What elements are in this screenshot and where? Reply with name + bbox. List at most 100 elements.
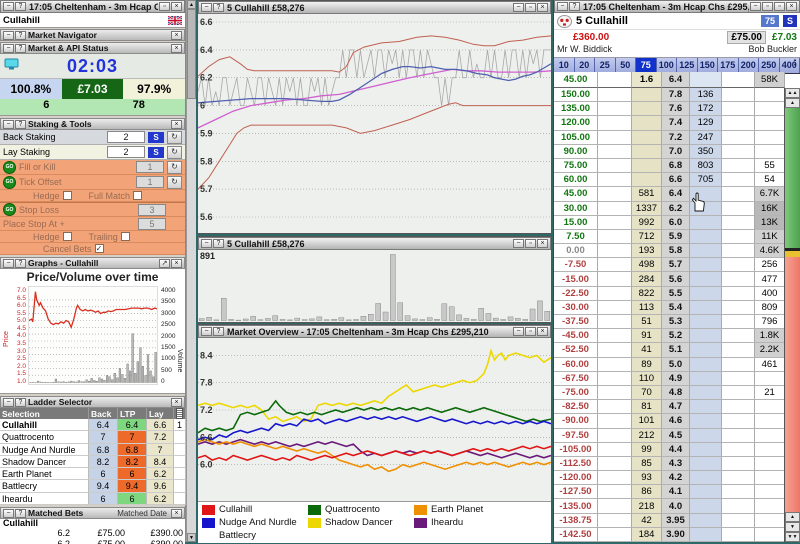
back-staking-input[interactable]: 2 (107, 131, 145, 143)
ladder-lay-queue-cell[interactable] (690, 258, 722, 272)
restore-icon[interactable]: ▫ (525, 239, 536, 248)
ladder-spacer2-cell[interactable] (722, 102, 755, 116)
ladder-spacer-cell[interactable] (598, 358, 632, 372)
runner-name-cell[interactable]: Earth Planet (0, 468, 89, 480)
fill-or-kill-input[interactable]: 1 (136, 161, 164, 173)
ladder-back-queue-cell[interactable]: 581 (632, 187, 662, 201)
ladder-spacer2-cell[interactable] (722, 301, 755, 315)
ladder-lay-queue-cell[interactable] (690, 414, 722, 428)
help-icon[interactable]: ? (15, 398, 26, 407)
ladder-back-queue-cell[interactable] (632, 131, 662, 145)
stake-preset-button[interactable]: 75 (636, 58, 657, 73)
lay-price-cell[interactable]: 6.2 (147, 468, 174, 480)
ladder-lay-queue-cell[interactable]: 136 (690, 88, 722, 102)
ladder-back-queue-cell[interactable]: 86 (632, 485, 662, 499)
ladder-center-icon[interactable]: ▲ (785, 98, 800, 108)
ladder-spacer2-cell[interactable] (722, 88, 755, 102)
ladder-spacer2-cell[interactable] (722, 145, 755, 159)
ladder-lay-queue-cell[interactable] (690, 358, 722, 372)
place-stop-input[interactable]: 5 (138, 218, 166, 230)
ladder-spacer-cell[interactable] (598, 88, 632, 102)
fok-refresh-icon[interactable]: ↻ (167, 161, 182, 174)
ladder-spacer-cell[interactable] (598, 429, 632, 443)
ladder-lay-queue-cell[interactable]: 247 (690, 131, 722, 145)
ladder-spacer-cell[interactable] (598, 301, 632, 315)
restore-icon[interactable]: ▫ (525, 3, 536, 12)
ladder-back-queue-cell[interactable]: 212 (632, 429, 662, 443)
collapse-icon[interactable]: − (201, 327, 212, 336)
ladder-spacer-cell[interactable] (598, 216, 632, 230)
ladder-back-queue-cell[interactable]: 89 (632, 358, 662, 372)
ladder-spacer2-cell[interactable] (722, 329, 755, 343)
go-icon[interactable]: GO (3, 203, 16, 216)
ladder-spacer-cell[interactable] (598, 386, 632, 400)
collapse-icon[interactable]: − (3, 398, 14, 407)
collapse-icon[interactable]: − (3, 31, 14, 40)
ladder-back-queue-cell[interactable]: 992 (632, 216, 662, 230)
back-price-cell[interactable]: 6.4 (89, 419, 118, 431)
runner-name-cell[interactable]: Iheardu (0, 493, 89, 505)
ladder-spacer2-cell[interactable] (722, 457, 755, 471)
ladder-spacer2-cell[interactable] (722, 315, 755, 329)
ladder-back-queue-cell[interactable] (632, 145, 662, 159)
ladder-back-queue-cell[interactable]: 193 (632, 244, 662, 258)
collapse-icon[interactable]: − (3, 509, 14, 518)
ladder-back-queue-cell[interactable]: 41 (632, 343, 662, 357)
collapse-icon[interactable]: − (3, 259, 14, 268)
ladder-spacer2-cell[interactable] (722, 471, 755, 485)
ladder-spacer-cell[interactable] (598, 287, 632, 301)
ladder-lay-queue-cell[interactable] (690, 202, 722, 216)
lay-price-cell[interactable]: 6.2 (147, 493, 174, 505)
ladder-back-queue-cell[interactable] (632, 159, 662, 173)
close-icon[interactable]: × (171, 120, 182, 129)
ladder-lay-queue-cell[interactable] (690, 287, 722, 301)
selector-row[interactable]: Cullahill 6.4 6.4 6.6 1 (0, 419, 185, 431)
ladder-selector-header[interactable]: − ? Ladder Selector × (0, 396, 185, 408)
minimize-icon[interactable]: − (513, 3, 524, 12)
back-refresh-icon[interactable]: ↻ (167, 131, 182, 144)
ladder-scroll-down3-icon[interactable]: ▼▼ (785, 532, 800, 542)
market-navigator-header[interactable]: − ? Market Navigator × (0, 29, 185, 41)
stake-preset-button[interactable]: 250 (759, 58, 780, 73)
hedge2-checkbox[interactable] (63, 232, 72, 241)
restore-icon[interactable]: ▫ (159, 2, 170, 11)
tick-refresh-icon[interactable]: ↻ (167, 176, 182, 189)
full-match-checkbox[interactable] (133, 191, 142, 200)
lay-price-cell[interactable]: 8.4 (147, 456, 174, 468)
scroll-thumb[interactable] (187, 9, 196, 99)
ladder-back-queue-cell[interactable]: 498 (632, 258, 662, 272)
selector-row[interactable]: Battlecry 9.4 9.4 9.6 (0, 480, 185, 492)
ladder-back-queue-cell[interactable]: 712 (632, 230, 662, 244)
close-icon[interactable]: × (171, 2, 182, 11)
matched-date-label[interactable]: Matched Date (117, 509, 167, 518)
ladder-spacer2-cell[interactable] (722, 414, 755, 428)
ladder-spacer-cell[interactable] (598, 443, 632, 457)
ladder-lay-queue-cell[interactable] (690, 429, 722, 443)
ladder-back-queue-cell[interactable] (632, 88, 662, 102)
ladder-spacer-cell[interactable] (598, 315, 632, 329)
ladder-spacer-cell[interactable] (598, 173, 632, 187)
ladder-back-queue-cell[interactable]: 93 (632, 471, 662, 485)
ladder-spacer-cell[interactable] (598, 329, 632, 343)
ladder-spacer2-cell[interactable] (722, 514, 755, 528)
go-icon[interactable]: GO (3, 161, 16, 174)
help-icon[interactable]: ? (213, 327, 224, 336)
lay-price-cell[interactable]: 7.2 (147, 431, 174, 443)
trailing-checkbox[interactable] (121, 232, 130, 241)
ladder-spacer2-cell[interactable] (722, 272, 755, 286)
back-price-cell[interactable]: 7 (89, 431, 118, 443)
ladder-lay-queue-cell[interactable] (690, 272, 722, 286)
selector-row[interactable]: Earth Planet 6 6 6.2 (0, 468, 185, 480)
ladder-scroll-down2-icon[interactable]: ▼ (785, 522, 800, 532)
ladder-lay-queue-cell[interactable]: 705 (690, 173, 722, 187)
ladder-scroll-down1-icon[interactable]: ▲ (785, 512, 800, 522)
ladder-back-queue-cell[interactable]: 218 (632, 499, 662, 513)
ladder-spacer2-cell[interactable] (722, 528, 755, 542)
tick-offset-input[interactable]: 1 (136, 176, 164, 188)
stake-preset-button[interactable]: 150 (698, 58, 719, 73)
ladder-spacer2-cell[interactable] (722, 400, 755, 414)
help-icon[interactable]: ? (569, 2, 580, 11)
ladder-lay-queue-cell[interactable] (690, 485, 722, 499)
collapse-icon[interactable]: − (201, 239, 212, 248)
runner-name-cell[interactable]: Quattrocento (0, 431, 89, 443)
